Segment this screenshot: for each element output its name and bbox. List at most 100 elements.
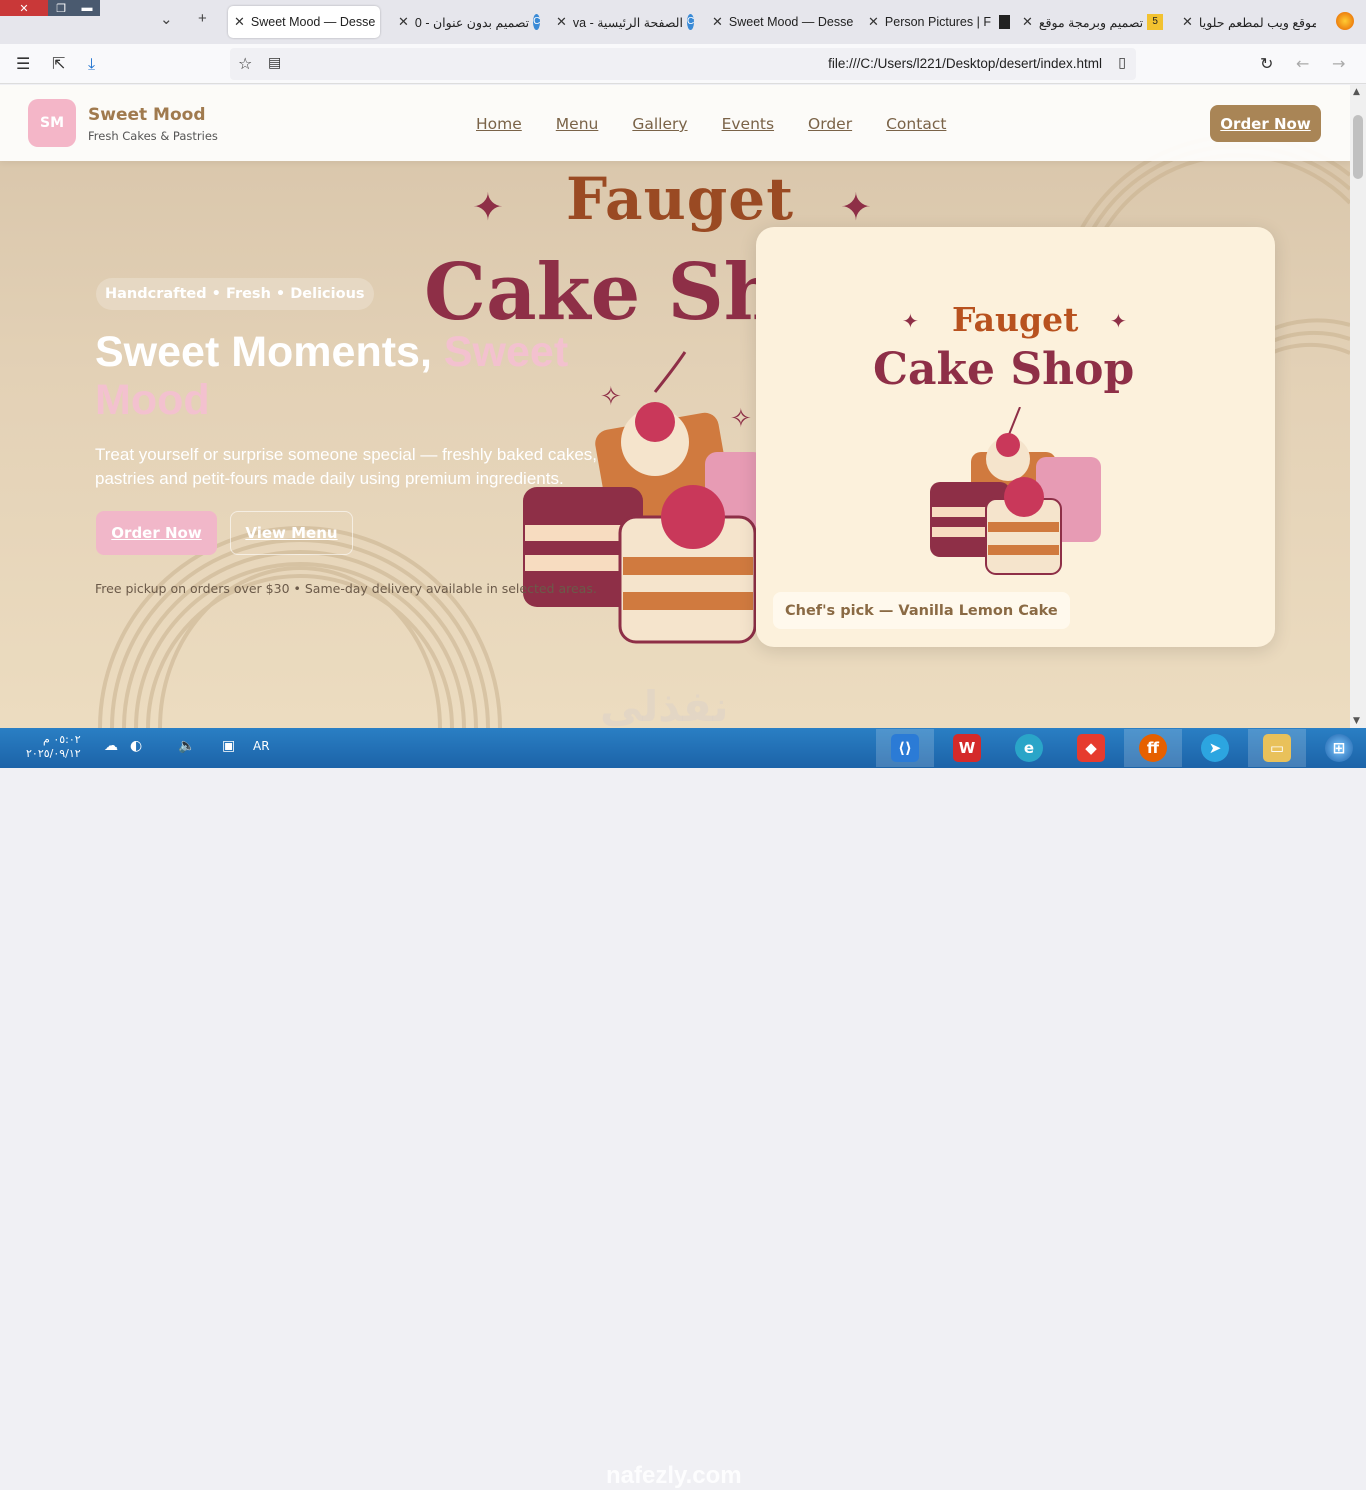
edge-icon[interactable]: e — [1000, 729, 1058, 767]
sparkle-icon: ✦ — [902, 309, 919, 333]
featured-card: ✦ ✦ — [756, 227, 1275, 647]
nav-events[interactable]: Events — [722, 115, 774, 133]
nav-home[interactable]: Home — [476, 115, 522, 133]
tab-close-icon[interactable]: ✕ — [1022, 14, 1033, 30]
clock-time: ٠٥:٠٢ م — [43, 733, 81, 746]
tab-title: تصميم وبرمجة موقع — [1038, 15, 1144, 30]
browser-toolbar: ☰ ⇱ ⤓ ☆ ▤ file:///C:/Users/l221/Desktop/… — [0, 44, 1366, 84]
wps-icon[interactable]: W — [938, 729, 996, 767]
onedrive-icon[interactable]: ☁ — [104, 738, 118, 754]
hero-heading-main: Sweet Moments, — [95, 328, 444, 376]
bookmark-star-icon[interactable]: ☆ — [238, 54, 252, 73]
scrollbar-thumb[interactable] — [1353, 115, 1363, 179]
telegram-icon[interactable]: ➤ — [1186, 729, 1244, 767]
firefox-icon[interactable] — [1336, 12, 1354, 30]
card-cake-illustration — [930, 407, 1101, 575]
menu-hamburger-icon[interactable]: ☰ — [16, 54, 30, 73]
file-explorer-icon[interactable]: ▭ — [1248, 729, 1306, 767]
tab-title: Sweet Mood — Desse — [250, 15, 376, 29]
firefox-taskbar-icon[interactable]: ff — [1124, 729, 1182, 767]
tab-close-icon[interactable]: ✕ — [556, 14, 567, 30]
tab-title: Sweet Mood — Desse — [728, 15, 854, 29]
windows-start-icon[interactable]: ⊞ — [1310, 729, 1366, 767]
web-page: ✦ ✦ Fauget Cake Sh ✧ ✧ Handcrafted • Fre… — [0, 85, 1350, 728]
brand-name[interactable]: Sweet Mood — [88, 105, 206, 125]
page-scrollbar[interactable]: ▲ ▼ — [1350, 85, 1366, 728]
hero-heading: Sweet Moments, Sweet Mood — [95, 328, 655, 424]
tab-sweet-mood[interactable]: ✕ Sweet Mood — Desse — [706, 6, 854, 38]
system-tray-icon[interactable]: ▣ — [222, 738, 235, 754]
canva-icon: C — [686, 14, 695, 30]
tab-strip: ✕ ❐ ▬ ⌄ + ✕ Sweet Mood — Desse ✕ تصميم ب… — [0, 0, 1366, 44]
tab-title: الصفحة الرئيسية - va — [572, 15, 683, 30]
site-header: SM Sweet Mood Fresh Cakes & Pastries Hom… — [0, 85, 1350, 161]
tab-close-icon[interactable]: ✕ — [234, 14, 245, 30]
tab-title: تصميم بدون عنوان - 0 — [414, 15, 530, 30]
clock-date: ٢٠٢٥/٠٩/١٢ — [26, 747, 81, 760]
tab-person-pictures[interactable]: ✕ Person Pictures | F — [862, 6, 1010, 38]
hero-order-now-button[interactable]: Order Now — [96, 511, 217, 555]
notification-badge: 5 — [1147, 14, 1164, 30]
scroll-up-icon[interactable]: ▲ — [1353, 87, 1360, 97]
forward-arrow-icon[interactable]: → — [1332, 54, 1345, 73]
language-indicator[interactable]: AR — [253, 739, 270, 753]
tab-title: موقع ويب لمطعم حلويا — [1198, 15, 1316, 30]
main-nav: Home Menu Gallery Events Order Contact — [476, 115, 980, 133]
hero-note: Free pickup on orders over $30 • Same-da… — [95, 581, 597, 596]
back-arrow-icon[interactable]: ← — [1296, 54, 1309, 73]
site-icon — [998, 15, 1010, 29]
extensions-icon[interactable]: ⇱ — [52, 54, 65, 73]
window-controls: ✕ ❐ ▬ — [0, 0, 100, 16]
watermark-latin: nafezly.com — [606, 1462, 742, 1489]
url-text[interactable]: file:///C:/Users/l221/Desktop/desert/ind… — [828, 56, 1102, 71]
reader-view-icon[interactable]: ▤ — [268, 55, 281, 71]
canva-icon: C — [533, 14, 541, 30]
tab-sweet-mood-active[interactable]: ✕ Sweet Mood — Desse — [228, 6, 380, 38]
tab-close-icon[interactable]: ✕ — [712, 14, 723, 30]
tab-close-icon[interactable]: ✕ — [1182, 14, 1193, 30]
taskbar-clock[interactable]: ٠٥:٠٢ م ٢٠٢٥/٠٩/١٢ — [26, 733, 81, 761]
tab-close-icon[interactable]: ✕ — [868, 14, 879, 30]
window-restore-icon[interactable]: ❐ — [48, 0, 74, 16]
tab-title: Person Pictures | F — [884, 15, 991, 29]
tab-sweets-restaurant[interactable]: ✕ موقع ويب لمطعم حلويا ◎ — [1176, 6, 1316, 38]
hero-description: Treat yourself or surprise someone speci… — [95, 445, 598, 488]
hero-view-menu-button[interactable]: View Menu — [230, 511, 353, 555]
sparkle-icon: ✦ — [472, 185, 504, 229]
card-cake-shop: Cake Shop — [873, 344, 1135, 395]
network-icon[interactable]: ◐ — [130, 738, 142, 754]
window-minimize-icon[interactable]: ▬ — [74, 0, 100, 16]
tab-list-chevron-icon[interactable]: ⌄ — [160, 10, 173, 28]
reload-icon[interactable]: ↻ — [1260, 54, 1273, 73]
downloads-icon[interactable]: ⤓ — [88, 54, 95, 74]
tab-design-programming[interactable]: ✕ تصميم وبرمجة موقع 5 — [1016, 6, 1168, 38]
brand-tagline: Fresh Cakes & Pastries — [88, 129, 218, 143]
anydesk-icon[interactable]: ◆ — [1062, 729, 1120, 767]
nav-contact[interactable]: Contact — [886, 115, 946, 133]
nav-order[interactable]: Order — [808, 115, 852, 133]
browser-window: ✕ ❐ ▬ ⌄ + ✕ Sweet Mood — Desse ✕ تصميم ب… — [0, 0, 1366, 1489]
sparkle-icon: ✦ — [840, 185, 872, 229]
vscode-icon[interactable]: ⟨⟩ — [876, 729, 934, 767]
card-caption: Chef's pick — Vanilla Lemon Cake — [773, 592, 1070, 629]
window-close-icon[interactable]: ✕ — [0, 0, 48, 16]
volume-icon[interactable]: 🔈 — [178, 738, 195, 754]
page-info-icon[interactable]: ▯ — [1118, 55, 1126, 71]
logo-badge[interactable]: SM — [28, 99, 76, 147]
header-order-now-button[interactable]: Order Now — [1210, 105, 1321, 142]
windows-taskbar: ٠٥:٠٢ م ٢٠٢٥/٠٩/١٢ ☁ ◐ 🔈 ▣ AR nafezly.co… — [0, 728, 1366, 1489]
new-tab-plus-icon[interactable]: + — [198, 10, 207, 27]
svg-text:✧: ✧ — [730, 404, 752, 434]
nav-gallery[interactable]: Gallery — [632, 115, 687, 133]
tab-home-page[interactable]: ✕ الصفحة الرئيسية - va C — [550, 6, 698, 38]
watermark-arabic: نفذلي — [600, 682, 730, 731]
card-fauget: Fauget — [952, 300, 1079, 339]
nav-menu[interactable]: Menu — [556, 115, 599, 133]
sparkle-icon: ✦ — [1110, 309, 1127, 333]
hero-bg-fauget: Fauget — [566, 165, 795, 233]
url-bar[interactable]: ☆ ▤ file:///C:/Users/l221/Desktop/desert… — [230, 48, 1136, 80]
tab-design-untitled[interactable]: ✕ تصميم بدون عنوان - 0 C — [392, 6, 542, 38]
tab-close-icon[interactable]: ✕ — [398, 14, 409, 30]
hero-pill: Handcrafted • Fresh • Delicious — [96, 278, 374, 310]
scroll-down-icon[interactable]: ▼ — [1353, 716, 1360, 726]
